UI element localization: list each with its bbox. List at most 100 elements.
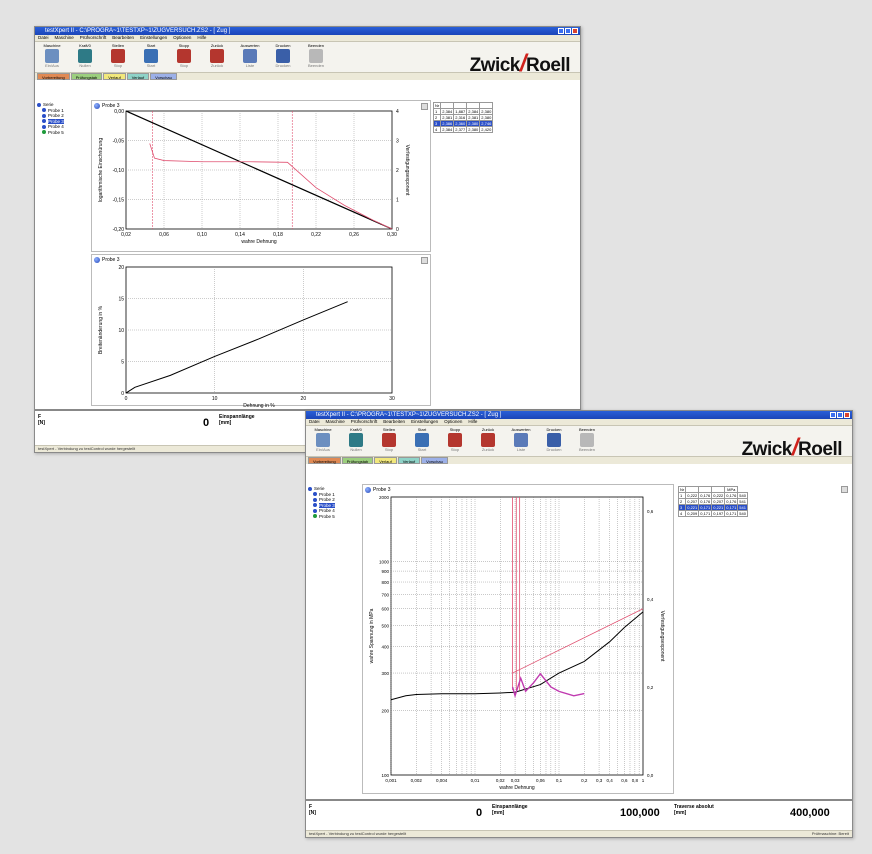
tick-label: 1000	[379, 559, 390, 564]
view-tab[interactable]: Verlauf	[374, 457, 397, 464]
table-row[interactable]: 2 2,381 2,316 2,381 2,380	[432, 114, 494, 121]
table-cell: 0,222	[711, 492, 726, 499]
toolbar-button-caption: Zurück	[481, 447, 495, 452]
tick-label: 1	[396, 198, 399, 204]
toolbar-button[interactable]: Maschine Ein/Aus	[310, 427, 336, 452]
toolbar-icon	[349, 433, 363, 447]
menu-item[interactable]: Hilfe	[468, 419, 477, 425]
chart-1: 0,02 0,06 0,10 0,14 0,18 0,22 0,26 0,300,00-0,0…	[98, 109, 410, 245]
pane-scroll-button[interactable]	[841, 486, 848, 493]
toolbar-button[interactable]: Stellen Stop	[376, 427, 402, 452]
toolbar-button[interactable]: Stellen Stop	[105, 43, 131, 68]
title-bar: testXpert II - C:\PROGRA~1\TESTXP~1\ZUGV…	[306, 411, 852, 419]
grip-length-unit: [mm]	[492, 810, 505, 816]
table-cell: 0,221	[711, 504, 726, 511]
view-tab[interactable]: Verlauf	[126, 73, 150, 80]
menu-item[interactable]: Datei	[309, 419, 320, 425]
toolbar-icon	[514, 433, 528, 447]
grip-length-value: 100,000	[620, 807, 660, 819]
toolbar-button[interactable]: Beenden Beenden	[574, 427, 600, 452]
toolbar-button[interactable]: Maschine Ein/Aus	[39, 43, 65, 68]
table-cell: 0,176	[724, 498, 739, 505]
toolbar-button-caption: Stop	[384, 447, 394, 452]
tick-label: -0,20	[113, 227, 125, 233]
minimize-button[interactable]	[558, 28, 564, 34]
table-cell: 2,384	[440, 126, 455, 133]
status-text: testXpert - Verbindung zu testControl wu…	[309, 831, 407, 836]
menu-item[interactable]: Optionen	[173, 35, 191, 41]
table-row[interactable]: 4 0,209 0,171 0,197 0,171 540	[677, 510, 748, 517]
view-tab[interactable]: Prüfungstab	[70, 73, 103, 80]
toolbar-button[interactable]: Stopp Stop	[171, 43, 197, 68]
toolbar-button[interactable]: Auswerten Liste	[508, 427, 534, 452]
force-value: 0	[476, 807, 483, 819]
toolbar-button[interactable]: Stopp Stop	[442, 427, 468, 452]
menu-item[interactable]: Bearbeiten	[112, 35, 134, 41]
table-cell: 2,381	[466, 114, 481, 121]
sample-icon	[313, 497, 317, 502]
view-tab[interactable]: Verlauf	[397, 457, 421, 464]
table-cell: 540	[737, 510, 748, 517]
tick-label: 0,06	[536, 778, 545, 783]
toolbar-button-caption: Stop	[113, 63, 123, 68]
sample-tree: Serie Probe 1 Probe 2 Probe 3 Probe 4 Probe 5	[308, 486, 358, 519]
view-tab[interactable]: Vorschau	[421, 457, 448, 464]
close-button[interactable]	[572, 28, 578, 34]
table-cell: 2,746	[479, 120, 494, 127]
view-tab[interactable]: Vorbereitung	[37, 73, 70, 80]
chart-pane-2: Probe 3 0 10 20 30 0 5 10 15 20 Dehnung in % Breit…	[91, 254, 431, 409]
menu-item[interactable]: Einstellungen	[411, 419, 438, 425]
readout-panel: F [N] 0 Einspannlänge [mm] 100,000 Travers…	[306, 799, 852, 824]
maximize-button[interactable]	[837, 412, 843, 418]
toolbar-button[interactable]: Start Start	[138, 43, 164, 68]
tick-label: 0,002	[411, 778, 423, 783]
table-cell: 2,384	[440, 108, 455, 115]
toolbar-icon	[580, 433, 594, 447]
tick-label: 0,14	[235, 232, 245, 238]
maximize-button[interactable]	[565, 28, 571, 34]
menu-item[interactable]: Prüfvorschrift	[80, 35, 107, 41]
toolbar-button[interactable]: Zurück Zurück	[204, 43, 230, 68]
close-button[interactable]	[844, 412, 850, 418]
menu-item[interactable]: Bearbeiten	[383, 419, 405, 425]
toolbar-button[interactable]: Zurück Zurück	[475, 427, 501, 452]
tree-item-label: Probe 5	[48, 129, 64, 135]
toolbar-button-caption: Beenden	[307, 63, 324, 68]
menu-item[interactable]: Datei	[38, 35, 49, 41]
toolbar-button[interactable]: Drucken Drucken	[270, 43, 296, 68]
toolbar-button[interactable]: Kraft/0 Nullen	[72, 43, 98, 68]
table-cell: 2,380	[466, 126, 481, 133]
table-row[interactable]: 3 2,386 2,360 2,380 2,746	[432, 120, 494, 127]
sample-icon	[42, 108, 46, 113]
view-tab[interactable]: Verlauf	[103, 73, 126, 80]
tick-label: 0,6	[647, 509, 654, 514]
view-tab[interactable]: Vorschau	[150, 73, 177, 80]
toolbar-button[interactable]: Drucken Drucken	[541, 427, 567, 452]
table-cell: 2,381	[440, 114, 455, 121]
tree-item[interactable]: Probe 5	[308, 514, 358, 520]
menu-item[interactable]: Hilfe	[197, 35, 206, 41]
view-tab[interactable]: Vorbereitung	[308, 457, 341, 464]
table-row[interactable]: 1 2,384 1,887 2,384 2,380	[432, 108, 494, 115]
force-unit: [N]	[38, 420, 45, 426]
toolbar-button[interactable]: Beenden Beenden	[303, 43, 329, 68]
toolbar-icon	[481, 433, 495, 447]
toolbar-icon	[309, 49, 323, 63]
table-row[interactable]: 4 2,384 2,377 2,380 2,420	[432, 126, 494, 133]
toolbar-button[interactable]: Auswerten Liste	[237, 43, 263, 68]
tree-item[interactable]: Probe 5	[37, 130, 87, 136]
menu-item[interactable]: Einstellungen	[140, 35, 167, 41]
tick-label: 0,2	[581, 778, 588, 783]
tick-label: 0,001	[385, 778, 397, 783]
menu-item[interactable]: Optionen	[444, 419, 462, 425]
menu-item[interactable]: Maschine	[55, 35, 74, 41]
menu-item[interactable]: Prüfvorschrift	[351, 419, 378, 425]
toolbar-button[interactable]: Kraft/0 Nullen	[343, 427, 369, 452]
minimize-button[interactable]	[830, 412, 836, 418]
chart-2: 0 10 20 3005101520Dehnung in %Breitenänderu…	[98, 265, 395, 409]
sample-icon	[42, 113, 46, 118]
toolbar-button[interactable]: Start Start	[409, 427, 435, 452]
view-tab[interactable]: Prüfungstab	[341, 457, 374, 464]
menu-item[interactable]: Maschine	[326, 419, 345, 425]
tick-label: 300	[381, 671, 389, 676]
